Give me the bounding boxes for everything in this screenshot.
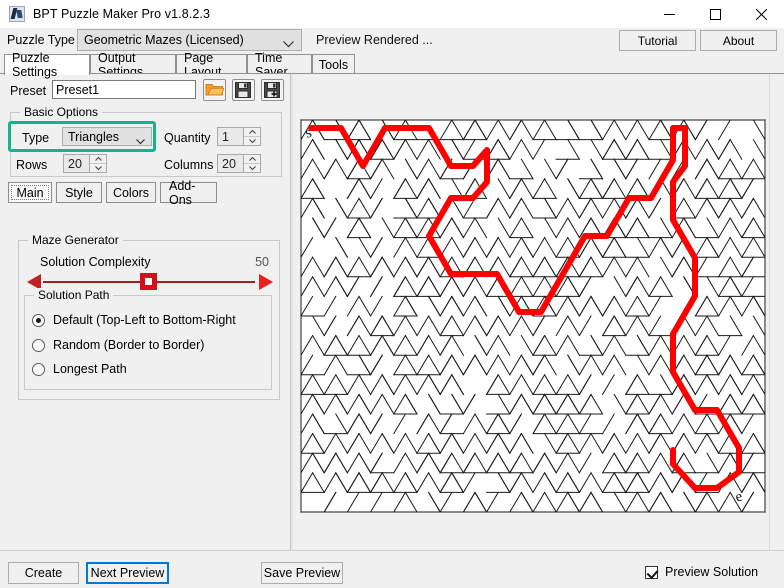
rows-stepper[interactable]: 20 [63, 154, 107, 173]
basic-options-title: Basic Options [20, 105, 102, 119]
preset-input[interactable] [52, 80, 196, 99]
quantity-label: Quantity [164, 131, 211, 145]
radio-button-icon[interactable] [32, 363, 45, 376]
slider-thumb[interactable] [140, 273, 157, 290]
focus-outline [11, 185, 49, 200]
preview-pane: se [293, 74, 784, 550]
tab-output-settings[interactable]: Output Settings [90, 54, 176, 74]
checkmark-icon [645, 566, 658, 579]
tutorial-button[interactable]: Tutorial [619, 30, 696, 51]
chevron-down-icon[interactable] [90, 163, 106, 172]
puzzle-type-label: Puzzle Type [7, 33, 75, 47]
columns-label: Columns [164, 158, 213, 172]
solution-complexity-label: Solution Complexity [40, 255, 150, 269]
inner-tab-label: Style [65, 186, 93, 200]
chevron-down-icon [283, 37, 294, 51]
inner-tab-colors[interactable]: Colors [106, 182, 156, 203]
inner-tab-add-ons[interactable]: Add-Ons [160, 182, 217, 203]
preview-status-text: Preview Rendered ... [316, 33, 433, 47]
solution-complexity-value: 50 [255, 255, 269, 269]
quantity-value: 1 [222, 130, 229, 144]
bottom-toolbar: Create Next Preview Save Preview Preview… [0, 550, 784, 588]
minimize-icon[interactable] [646, 0, 692, 28]
save-as-floppy-icon[interactable] [261, 79, 284, 101]
radio-option-label: Random (Border to Border) [53, 338, 204, 352]
maze-graphic: se [301, 120, 765, 512]
radio-option-label: Default (Top-Left to Bottom-Right [53, 313, 236, 327]
window-controls [646, 0, 784, 28]
rows-label: Rows [16, 158, 47, 172]
inner-tab-style[interactable]: Style [56, 182, 102, 203]
chevron-down-icon[interactable] [244, 163, 260, 172]
columns-value: 20 [222, 157, 236, 171]
puzzle-type-value: Geometric Mazes (Licensed) [84, 33, 244, 47]
type-label: Type [22, 131, 49, 145]
folder-open-icon[interactable] [203, 79, 226, 101]
save-preview-button[interactable]: Save Preview [261, 562, 343, 584]
type-value: Triangles [68, 130, 119, 144]
radio-option-label: Longest Path [53, 362, 127, 376]
title-bar: BPT Puzzle Maker Pro v1.8.2.3 [0, 0, 784, 28]
columns-stepper[interactable]: 20 [217, 154, 261, 173]
tab-time-saver[interactable]: Time Saver [247, 54, 312, 74]
maze-generator-title: Maze Generator [28, 233, 123, 247]
chevron-up-icon[interactable] [244, 128, 260, 136]
chevron-up-icon[interactable] [244, 155, 260, 163]
radio-button-icon[interactable] [32, 339, 45, 352]
inner-tab-label: Colors [113, 186, 149, 200]
about-button[interactable]: About [700, 30, 777, 51]
preset-label: Preset [10, 84, 46, 98]
columns-spin-buttons[interactable] [243, 155, 260, 172]
chevron-down-icon [136, 134, 145, 148]
app-window: BPT Puzzle Maker Pro v1.8.2.3 Puzzle Typ… [0, 0, 784, 588]
radio-button-icon[interactable] [32, 314, 45, 327]
tab-page-layout[interactable]: Page Layout [176, 54, 247, 74]
tab-label: Puzzle Settings [12, 51, 82, 79]
quantity-stepper[interactable]: 1 [217, 127, 261, 146]
next-preview-button[interactable]: Next Preview [86, 562, 169, 584]
rows-value: 20 [68, 157, 82, 171]
preview-solution-label: Preview Solution [665, 565, 758, 579]
window-title: BPT Puzzle Maker Pro v1.8.2.3 [33, 7, 210, 21]
solution-path-title: Solution Path [34, 288, 113, 302]
tab-tools[interactable]: Tools [312, 54, 355, 74]
maximize-icon[interactable] [692, 0, 738, 28]
slider-increase-arrow-icon[interactable] [259, 274, 273, 290]
save-floppy-icon[interactable] [232, 79, 255, 101]
close-icon[interactable] [738, 0, 784, 28]
chevron-down-icon[interactable] [244, 136, 260, 145]
quantity-spin-buttons[interactable] [243, 128, 260, 145]
tab-puzzle-settings[interactable]: Puzzle Settings [4, 54, 90, 75]
preview-scrollbar[interactable] [769, 74, 784, 550]
puzzle-type-select[interactable]: Geometric Mazes (Licensed) [77, 29, 302, 51]
rows-spin-buttons[interactable] [89, 155, 106, 172]
tab-label: Tools [319, 58, 348, 72]
inner-tab-label: Add-Ons [169, 179, 208, 207]
create-button[interactable]: Create [8, 562, 79, 584]
chevron-up-icon[interactable] [90, 155, 106, 163]
maze-preview-canvas[interactable]: se [300, 119, 766, 513]
inner-tab-main[interactable]: Main [8, 182, 52, 203]
app-icon [9, 6, 25, 22]
main-tab-strip: Puzzle SettingsOutput SettingsPage Layou… [0, 54, 784, 74]
type-select[interactable]: Triangles [62, 127, 152, 146]
